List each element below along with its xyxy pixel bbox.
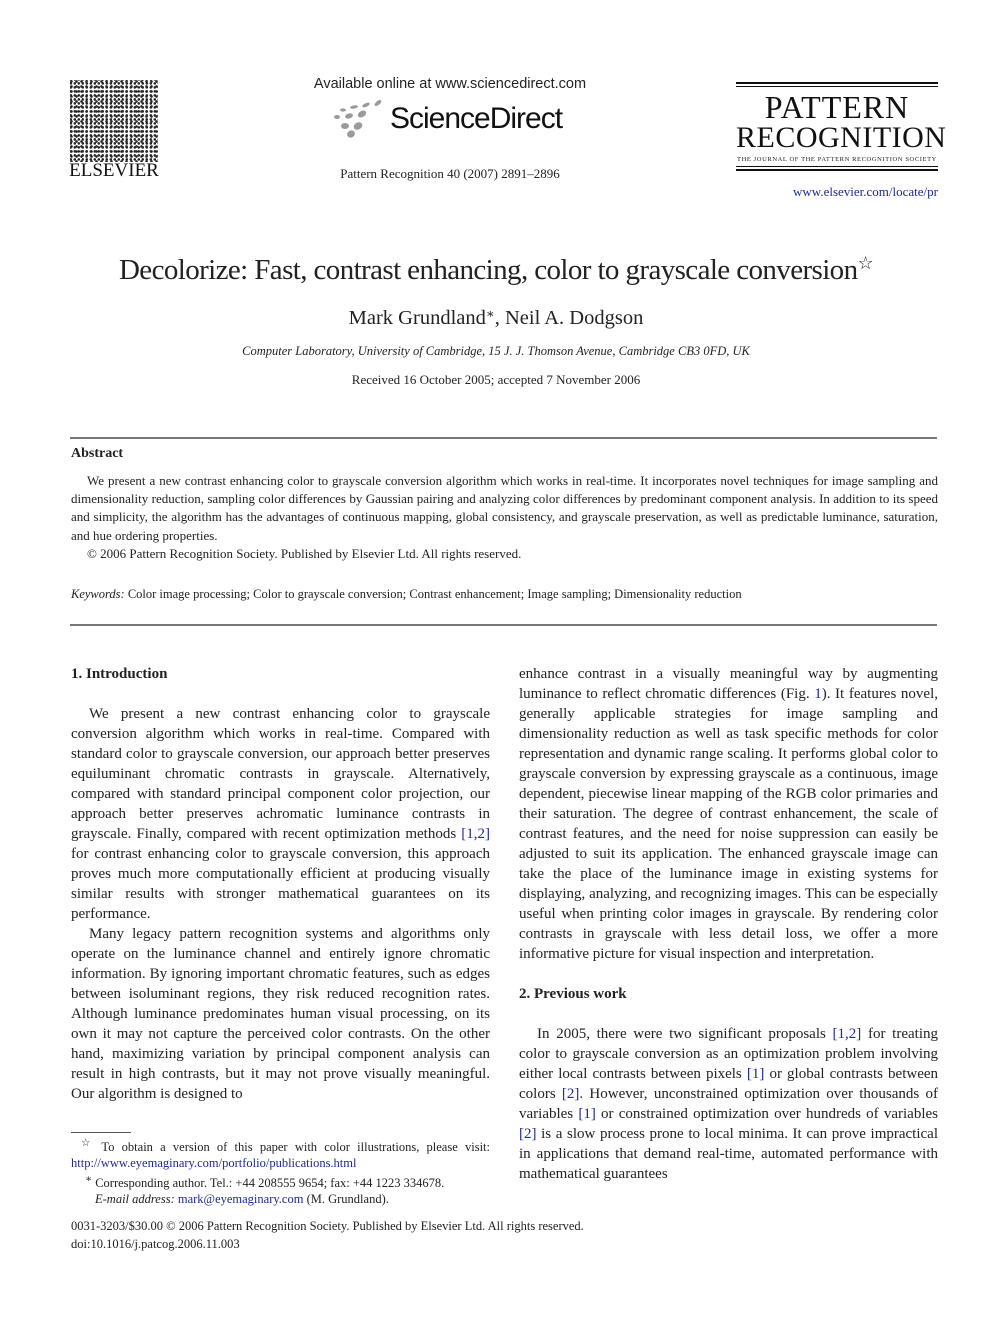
footnote-star: ☆ To obtain a version of this paper with… xyxy=(71,1136,490,1172)
abstract-heading: Abstract xyxy=(71,446,124,461)
logo-rule xyxy=(736,166,938,167)
section-heading-introduction: 1. Introduction xyxy=(71,666,168,682)
issn-copyright: 0031-3203/$30.00 © 2006 Pattern Recognit… xyxy=(71,1219,584,1233)
article-title: Decolorize: Fast, contrast enhancing, co… xyxy=(118,254,858,286)
elsevier-tree-icon xyxy=(70,80,158,162)
journal-reference: Pattern Recognition 40 (2007) 2891–2896 xyxy=(340,166,560,181)
footnote-rule xyxy=(71,1132,131,1133)
keywords: Keywords: Color image processing; Color … xyxy=(71,587,938,602)
journal-logo-subtitle: THE JOURNAL OF THE PATTERN RECOGNITION S… xyxy=(737,156,937,163)
sciencedirect-wordmark: ScienceDirect xyxy=(390,102,563,135)
footnote-text: To obtain a version of this paper with c… xyxy=(94,1140,490,1155)
author-list: Mark Grundland∗, Neil A. Dodgson xyxy=(0,306,992,330)
paragraph: We present a new contrast enhancing colo… xyxy=(71,704,490,924)
email-link[interactable]: mark@eyemaginary.com xyxy=(178,1192,304,1206)
pattern-recognition-logo: PATTERN RECOGNITION THE JOURNAL OF THE P… xyxy=(736,80,947,173)
sciencedirect-logo: ScienceDirect xyxy=(330,98,570,142)
author-name: Neil A. Dodgson xyxy=(504,307,644,329)
paragraph-text: for contrast enhancing color to grayscal… xyxy=(71,846,490,922)
citation-link[interactable]: [2] xyxy=(562,1086,580,1102)
citation-link[interactable]: [1] xyxy=(578,1106,596,1122)
logo-rule xyxy=(736,82,938,84)
left-column: 1. Introduction We present a new contras… xyxy=(71,664,490,1104)
footnote-text: (M. Grundland). xyxy=(303,1192,389,1207)
right-column: enhance contrast in a visually meaningfu… xyxy=(519,664,938,1184)
abstract-text: We present a new contrast enhancing colo… xyxy=(71,473,938,543)
abstract: We present a new contrast enhancing colo… xyxy=(71,472,938,563)
paragraph: Many legacy pattern recognition systems … xyxy=(71,926,490,1102)
paragraph-text: We present a new contrast enhancing colo… xyxy=(71,706,490,842)
paragraph: enhance contrast in a visually meaningfu… xyxy=(519,664,938,964)
keywords-label: Keywords: xyxy=(71,587,125,601)
citation-link[interactable]: [2] xyxy=(519,1126,537,1142)
sciencedirect-dots-icon xyxy=(334,100,382,138)
paragraph-text: is a slow process prone to local minima.… xyxy=(519,1126,938,1182)
citation-link[interactable]: [1,2] xyxy=(833,1026,862,1042)
keywords-list: Color image processing; Color to graysca… xyxy=(127,587,742,601)
citation-link[interactable]: [1] xyxy=(747,1066,765,1082)
email-label: E-mail address: xyxy=(95,1192,175,1207)
paragraph-text: In 2005, there were two significant prop… xyxy=(537,1026,833,1042)
author-separator: , xyxy=(494,307,505,329)
title-footnote-star-icon[interactable]: ☆ xyxy=(857,253,873,273)
figure-link[interactable]: 1 xyxy=(814,686,822,702)
journal-logo-line1: PATTERN xyxy=(764,89,910,125)
footnotes: ☆ To obtain a version of this paper with… xyxy=(71,1136,490,1208)
divider xyxy=(70,624,937,626)
paragraph: In 2005, there were two significant prop… xyxy=(519,1024,938,1184)
logo-rule xyxy=(736,86,938,87)
footnote-corresponding: ∗ Corresponding author. Tel.: +44 208555… xyxy=(71,1172,490,1191)
star-icon: ☆ xyxy=(81,1138,95,1149)
journal-logo-line2: RECOGNITION xyxy=(736,121,947,154)
paragraph-text: ). It features novel, generally applicab… xyxy=(519,686,938,962)
available-online-text: Available online at www.sciencedirect.co… xyxy=(313,76,587,92)
received-dates: Received 16 October 2005; accepted 7 Nov… xyxy=(351,372,641,387)
journal-url-link[interactable]: www.elsevier.com/locate/pr xyxy=(793,184,938,200)
abstract-copyright: © 2006 Pattern Recognition Society. Publ… xyxy=(87,545,522,561)
affiliation: Computer Laboratory, University of Cambr… xyxy=(242,344,750,358)
author-name: Mark Grundland xyxy=(348,307,486,329)
elsevier-logo: ELSEVIER xyxy=(68,80,160,181)
article-title-block: Decolorize: Fast, contrast enhancing, co… xyxy=(0,253,992,287)
footnote-text: Corresponding author. Tel.: +44 208555 9… xyxy=(92,1175,445,1190)
doi[interactable]: doi:10.1016/j.patcog.2006.11.003 xyxy=(71,1236,584,1254)
corresponding-author-mark[interactable]: ∗ xyxy=(486,306,495,321)
footnote-email: E-mail address: mark@eyemaginary.com (M.… xyxy=(71,1191,490,1207)
elsevier-wordmark: ELSEVIER xyxy=(69,160,159,181)
page-footer: 0031-3203/$30.00 © 2006 Pattern Recognit… xyxy=(71,1218,584,1253)
section-heading-previous-work: 2. Previous work xyxy=(519,986,627,1002)
paragraph-text: or constrained optimization over hundred… xyxy=(595,1106,938,1122)
citation-link[interactable]: [1,2] xyxy=(461,826,490,842)
logo-rule xyxy=(736,169,938,171)
color-version-link[interactable]: http://www.eyemaginary.com/portfolio/pub… xyxy=(71,1156,356,1170)
divider xyxy=(70,437,937,439)
